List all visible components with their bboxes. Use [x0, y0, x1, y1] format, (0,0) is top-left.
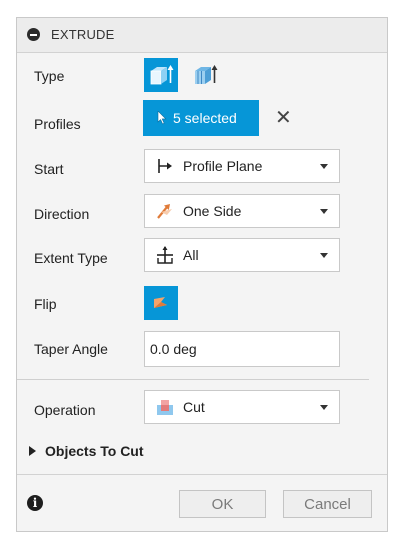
operation-dropdown[interactable]: Cut [144, 390, 340, 424]
one-side-direction-icon [154, 200, 176, 222]
direction-dropdown[interactable]: One Side [144, 194, 340, 228]
info-icon[interactable]: i [27, 495, 43, 511]
chevron-down-icon [320, 209, 328, 214]
start-dropdown[interactable]: Profile Plane [144, 149, 340, 183]
objects-to-cut-label: Objects To Cut [45, 443, 144, 459]
flip-button[interactable] [144, 286, 178, 320]
thin-extrude-button[interactable] [188, 58, 222, 92]
ok-button[interactable]: OK [179, 490, 266, 518]
start-value: Profile Plane [183, 158, 263, 174]
operation-label: Operation [34, 402, 96, 418]
minus-circle-icon[interactable] [27, 28, 40, 41]
section-divider [17, 379, 369, 380]
taper-angle-label: Taper Angle [34, 341, 108, 357]
operation-value: Cut [183, 399, 205, 415]
start-label: Start [34, 161, 64, 177]
extent-all-icon [154, 244, 176, 266]
cursor-arrow-icon [157, 111, 167, 125]
close-icon[interactable]: ✕ [275, 108, 292, 128]
dialog-footer: i OK Cancel [17, 474, 387, 531]
chevron-down-icon [320, 405, 328, 410]
type-label: Type [34, 68, 65, 84]
one-side-extrude-button[interactable] [144, 58, 178, 92]
direction-label: Direction [34, 206, 90, 222]
profile-plane-icon [154, 155, 176, 177]
extrude-dialog: EXTRUDE Type Profiles 5 selected ✕ Start… [16, 17, 388, 532]
profiles-selected-count: 5 selected [173, 110, 237, 126]
one-side-extrude-icon [150, 65, 174, 85]
extent-type-dropdown[interactable]: All [144, 238, 340, 272]
cancel-button[interactable]: Cancel [283, 490, 372, 518]
chevron-down-icon [320, 164, 328, 169]
chevron-down-icon [320, 253, 328, 258]
expand-triangle-icon [29, 446, 36, 456]
extent-type-label: Extent Type [34, 250, 108, 266]
objects-to-cut-expander[interactable]: Objects To Cut [29, 443, 144, 459]
thin-extrude-icon [195, 65, 218, 84]
flip-icon [154, 297, 167, 308]
extent-type-value: All [183, 247, 199, 263]
profiles-select-button[interactable]: 5 selected [143, 100, 259, 136]
taper-angle-input[interactable]: 0.0 deg [144, 331, 340, 367]
cut-icon [154, 396, 176, 418]
dialog-title: EXTRUDE [51, 27, 115, 42]
dialog-header[interactable]: EXTRUDE [17, 18, 387, 53]
direction-value: One Side [183, 203, 242, 219]
flip-label: Flip [34, 296, 57, 312]
profiles-label: Profiles [34, 116, 81, 132]
